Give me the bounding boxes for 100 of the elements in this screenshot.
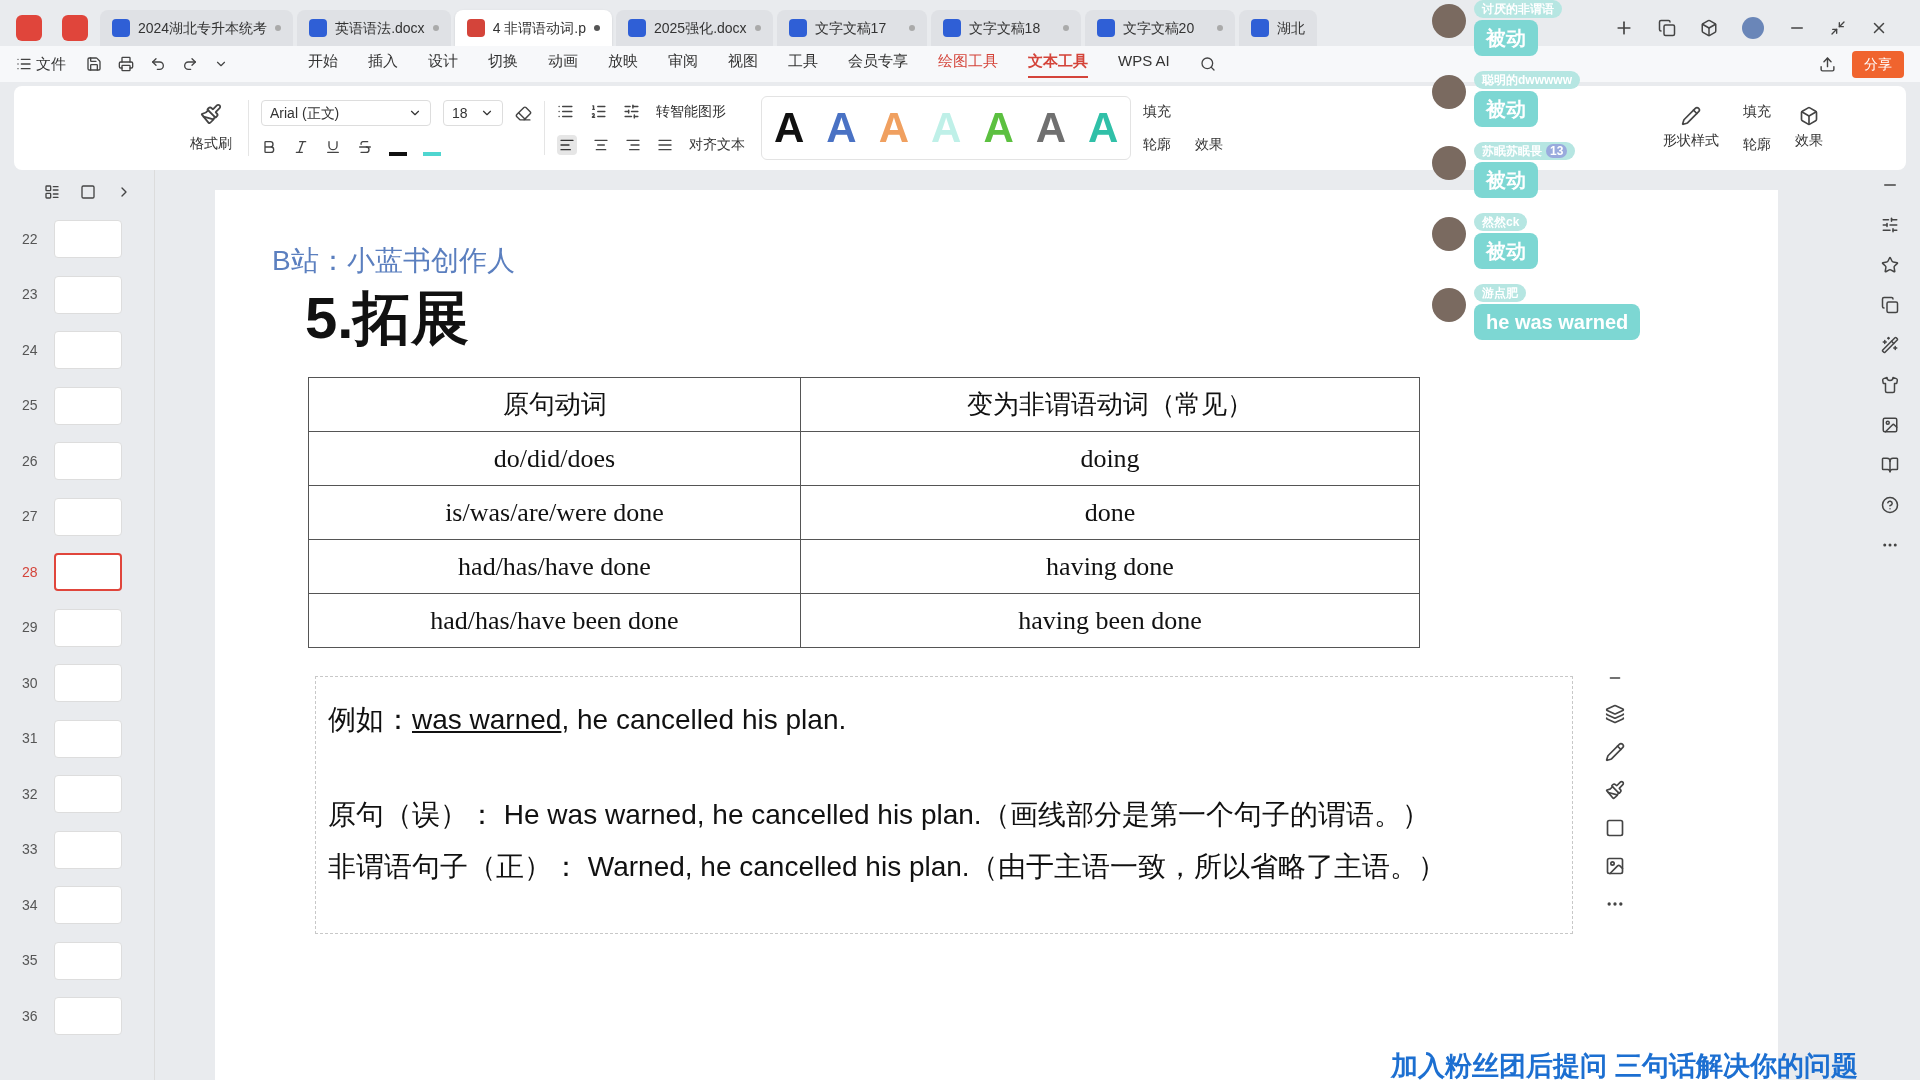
undo-icon[interactable]	[150, 56, 166, 72]
table-cell: do/did/does	[308, 431, 801, 485]
smart-shape-button[interactable]: 转智能图形	[656, 101, 726, 122]
shape-style-icon[interactable]	[1681, 105, 1702, 126]
slide-thumbnail[interactable]	[54, 553, 122, 591]
menu-icon[interactable]	[16, 56, 32, 72]
menu-tab[interactable]: 绘图工具	[938, 49, 998, 79]
menu-tab[interactable]: 插入	[368, 49, 398, 79]
font-size-select[interactable]: 18	[443, 100, 503, 126]
text-fill-button[interactable]: 填充	[1143, 101, 1224, 122]
shape-outline-button[interactable]: 轮廓	[1743, 134, 1772, 155]
upload-cloud-icon[interactable]	[1819, 55, 1836, 73]
text-outline-button[interactable]: 轮廓	[1143, 134, 1172, 155]
tab-label: 文字文稿17	[814, 18, 888, 38]
document-type-icon	[1250, 19, 1269, 37]
bullet-list-icon[interactable]	[557, 103, 574, 120]
menu-tab[interactable]: 设计	[428, 49, 458, 79]
ai-menu-tab[interactable]: WPS AI	[1118, 49, 1170, 79]
slide-number: 34	[22, 895, 39, 915]
slide-number: 30	[22, 673, 39, 693]
menu-tab[interactable]: 切换	[488, 49, 518, 79]
slide-number: 28	[22, 562, 39, 582]
book-icon[interactable]	[1881, 456, 1899, 474]
tab-label: 文字文稿20	[1122, 18, 1196, 38]
strikethrough-icon[interactable]	[357, 139, 373, 155]
app-logo-icon[interactable]	[16, 15, 42, 41]
text-effect-button[interactable]: 效果	[1195, 134, 1224, 155]
menu-tab[interactable]: 工具	[788, 49, 818, 79]
menu-tab[interactable]: 开始	[308, 49, 338, 79]
align-text-button[interactable]: 对齐文本	[689, 134, 745, 155]
window-icon[interactable]	[1658, 19, 1676, 37]
table-cell: having been done	[800, 593, 1420, 647]
slide-number: 36	[22, 1006, 39, 1026]
document-tab[interactable]: 文字文稿18	[930, 10, 1081, 46]
print-icon[interactable]	[118, 56, 134, 72]
slide-number: 24	[22, 340, 39, 360]
text-art-style[interactable]: A	[774, 107, 805, 149]
document-tab[interactable]: 文字文稿17	[776, 10, 927, 46]
magic-wand-icon[interactable]	[1881, 336, 1899, 354]
user-avatar[interactable]	[1742, 17, 1764, 39]
restore-icon[interactable]	[1830, 20, 1846, 36]
star-icon[interactable]	[1881, 256, 1899, 274]
tab-label: 文字文稿18	[968, 18, 1042, 38]
fill-icon[interactable]	[1605, 780, 1625, 800]
help-icon[interactable]	[1881, 496, 1899, 514]
shape-effect-button[interactable]: 效果	[1795, 129, 1824, 151]
slide-number: 26	[22, 451, 39, 471]
underline-icon[interactable]	[325, 139, 341, 155]
file-menu[interactable]: 文件	[36, 52, 66, 76]
menu-tab[interactable]: 文本工具	[1028, 49, 1088, 79]
redo-icon[interactable]	[182, 56, 198, 72]
slide-number: 23	[22, 285, 39, 304]
italic-icon[interactable]	[293, 139, 309, 155]
slide-number: 35	[22, 951, 39, 970]
frame-icon[interactable]	[1605, 818, 1625, 838]
document-tab[interactable]: 2025强化.docx	[616, 10, 773, 46]
menu-tab[interactable]: 审阅	[668, 49, 698, 79]
selected-text-box[interactable]: 例如：was warned, he cancelled his plan. 原句（误）： He was warned, he cancelled his plan.（画线部分是第一个句子的谓语。） 非谓语句子（正）： Warned, he cancelled his plan.（由于主语一致，所以省略了主语。）	[315, 675, 1573, 934]
document-type-icon	[942, 19, 961, 37]
table-cell: having done	[800, 539, 1420, 593]
bold-icon[interactable]	[261, 139, 277, 155]
format-painter-icon[interactable]	[200, 102, 222, 125]
text-art-style[interactable]: A	[1035, 107, 1067, 149]
document-tab[interactable]: 4 非谓语动词.p	[454, 10, 612, 46]
menu-tab[interactable]: 会员专享	[848, 49, 908, 79]
slide-title: 5.拓展	[305, 284, 470, 352]
cube-icon[interactable]	[1700, 19, 1718, 37]
pen-icon[interactable]	[1605, 742, 1625, 762]
document-type-icon	[112, 19, 130, 37]
layers-icon[interactable]	[1605, 704, 1625, 724]
sliders-icon[interactable]	[1881, 216, 1899, 234]
align-left-button[interactable]	[557, 134, 577, 155]
outline-view-icon[interactable]	[44, 184, 60, 200]
numbered-list-icon[interactable]	[590, 103, 607, 120]
image-icon[interactable]	[1881, 416, 1899, 434]
shape-style-button[interactable]: 形状样式	[1663, 129, 1720, 151]
menu-tab[interactable]: 视图	[728, 49, 758, 79]
text-art-style[interactable]: A	[826, 107, 857, 149]
format-painter-button[interactable]: 格式刷	[190, 132, 232, 154]
chat-username: 聪明的dwwwww	[1474, 71, 1580, 89]
eraser-icon[interactable]	[515, 104, 532, 122]
font-select[interactable]: Arial (正文)	[261, 100, 431, 126]
menu-tab[interactable]: 动画	[548, 49, 578, 79]
search-icon[interactable]	[1199, 56, 1216, 72]
effect-cube-icon[interactable]	[1799, 105, 1820, 126]
chat-username: 然然ck	[1474, 213, 1528, 231]
shirt-icon[interactable]	[1881, 376, 1899, 394]
slide-number: 25	[22, 396, 39, 415]
document-tab[interactable]: 英语语法.docx	[297, 10, 451, 46]
menu-tab[interactable]: 放映	[608, 49, 638, 79]
copy-icon[interactable]	[1881, 296, 1899, 314]
document-tab[interactable]: 2024湖北专升本统考	[100, 10, 294, 46]
document-tab[interactable]: 湖北	[1238, 10, 1317, 46]
save-icon[interactable]	[86, 56, 102, 72]
sliders-icon[interactable]	[623, 103, 640, 120]
document-tab[interactable]: 文字文稿20	[1084, 10, 1235, 46]
document-type-icon	[309, 19, 328, 37]
image-icon[interactable]	[1605, 856, 1625, 876]
slide-view-icon[interactable]	[80, 184, 96, 200]
shape-fill-button[interactable]: 填充	[1743, 101, 1772, 122]
